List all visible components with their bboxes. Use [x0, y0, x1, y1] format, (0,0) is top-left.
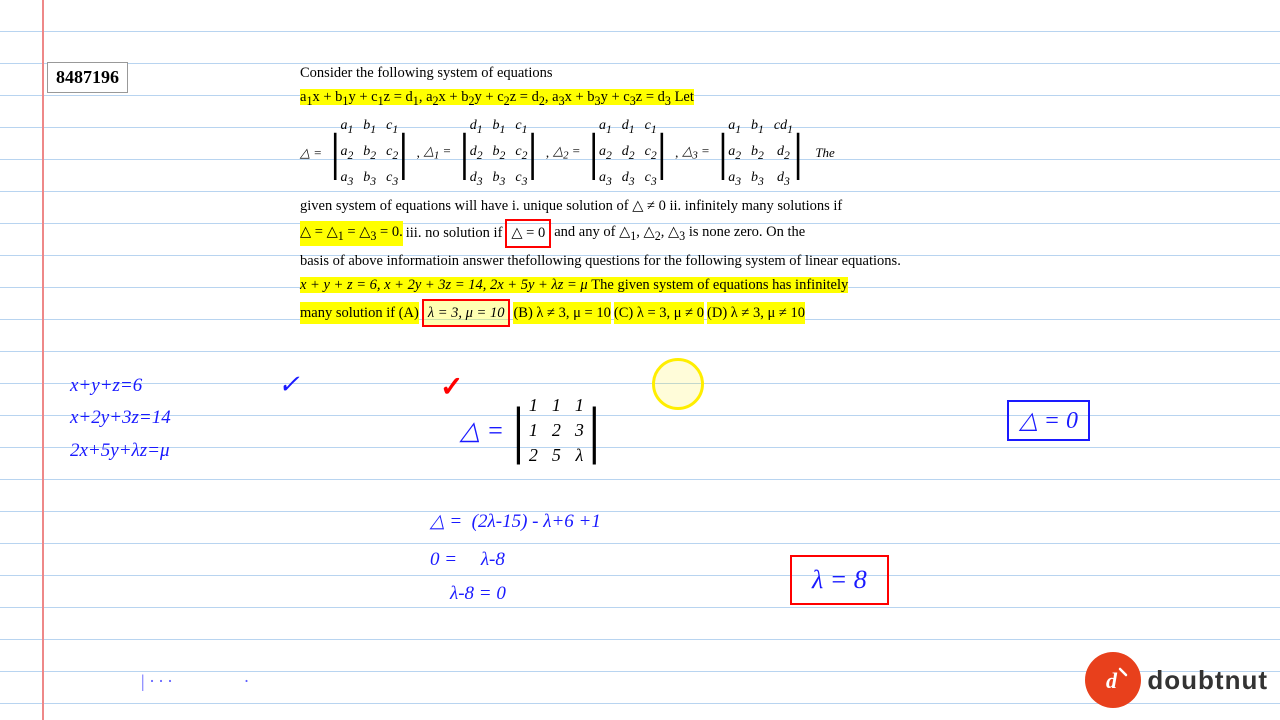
eq1-handwritten: x+y+z=6	[70, 370, 171, 402]
calc-line3: λ-8 = 0	[450, 577, 601, 611]
delta-zero-boxed: △ = 0	[505, 219, 551, 247]
calc-line2: 0 = λ-8	[430, 543, 601, 577]
doubtnut-icon: d	[1085, 652, 1141, 708]
consider-text: Consider the following system of equatio…	[300, 65, 553, 81]
system-equations-highlighted: x + y + z = 6, x + 2y + 3z = 14, 2x + 5y…	[300, 277, 848, 293]
svg-text:d: d	[1106, 668, 1118, 693]
comma3: ,	[675, 143, 678, 163]
delta2-label: △2 =	[553, 141, 580, 164]
doubtnut-svg-icon: d	[1094, 661, 1132, 699]
calculation-area: △ = (2λ-15) - λ+6 +1 0 = λ-8 λ-8 = 0	[430, 505, 601, 612]
basis-text: basis of above informatioin answer thefo…	[300, 253, 901, 269]
main-content: 8487196 Consider the following system of…	[0, 0, 1280, 720]
delta-matrix-handwritten: △ = | 111 123 25λ |	[460, 395, 601, 466]
doubtnut-brand-name: doubtnut	[1147, 665, 1268, 696]
top-text-block: Consider the following system of equatio…	[300, 62, 1220, 327]
delta1-label: △1 =	[424, 141, 451, 164]
condition-no-solution: iii. no solution if	[406, 222, 503, 244]
eq2-handwritten: x+2y+3z=14	[70, 402, 171, 434]
delta3-matrix: | a1b1cd1 a2b2d2 a3b3d3 |	[718, 115, 804, 191]
condition-unique: given system of equations will have i. u…	[300, 198, 842, 214]
bottom-partial-text: | · · · ·	[140, 671, 248, 692]
handwritten-equations: x+y+z=6 x+2y+3z=14 2x+5y+λz=μ	[70, 370, 171, 467]
delta2-matrix: | a1d1c1 a2d2c2 a3d3c3 |	[589, 115, 668, 191]
comma1: ,	[417, 143, 420, 163]
delta-label: △ =	[300, 143, 322, 163]
delta1-matrix: | d1b1c1 d2b2c2 d3b3c3 |	[459, 115, 538, 191]
delta-zero-handwritten: △ = 0	[1007, 400, 1090, 441]
delta-equals-hw: △ =	[460, 416, 504, 446]
delta3-label: △3 =	[682, 141, 709, 164]
answer-d: (D) λ ≠ 3, μ ≠ 10	[707, 302, 805, 324]
eq3-handwritten: 2x+5y+λz=μ	[70, 435, 171, 467]
matrix-display: | 111 123 25λ |	[512, 395, 601, 466]
circle-highlight	[652, 358, 704, 410]
calc-line1: △ = (2λ-15) - λ+6 +1	[430, 505, 601, 539]
blue-checkmark: ✓	[278, 370, 300, 400]
condition-highlighted: △ = △1 = △3 = 0.	[300, 221, 403, 246]
answer-a-box: λ = 3, μ = 10	[422, 299, 511, 327]
the-label: The	[815, 143, 835, 163]
answer-c: (C) λ = 3, μ ≠ 0	[614, 302, 704, 324]
question-id: 8487196	[47, 62, 128, 93]
delta-matrix: | a1b1c1 a2b2c2 a3b3c3 |	[330, 115, 409, 191]
condition-end-text: and any of △1, △2, △3 is none zero. On t…	[554, 221, 805, 246]
many-solution-text: many solution if (A)	[300, 302, 419, 324]
result-box: λ = 8	[790, 555, 889, 605]
doubtnut-logo: d doubtnut	[1085, 652, 1268, 708]
answer-b: (B) λ ≠ 3, μ = 10	[513, 302, 610, 324]
comma2: ,	[546, 143, 549, 163]
equations-line: a1x + b1y + c1z = d1, a2x + b2y + c2z = …	[300, 89, 694, 105]
